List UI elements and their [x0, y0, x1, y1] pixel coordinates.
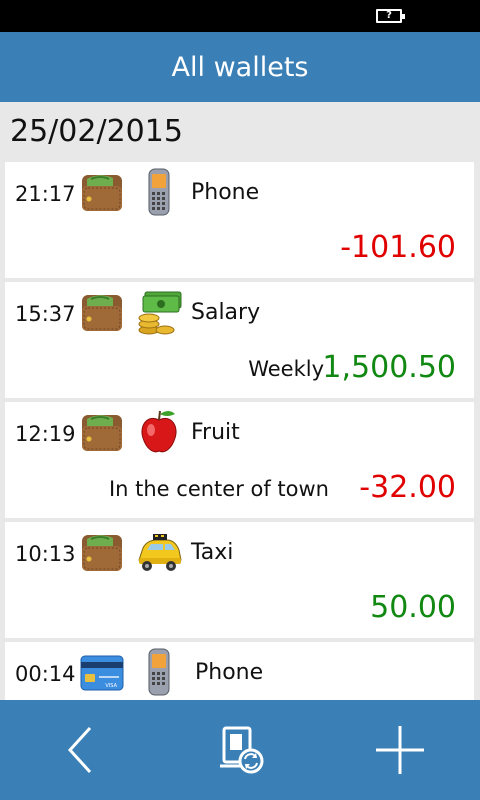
taxi-icon: [138, 534, 182, 571]
transaction-note: Weekly: [248, 357, 324, 381]
transaction-time: 21:17: [15, 182, 76, 206]
app-header: All wallets: [0, 32, 480, 102]
wallet-icon: [82, 415, 122, 451]
category-label: Phone: [195, 660, 264, 685]
wallet-icon: [82, 295, 122, 331]
transaction-time: 10:13: [15, 542, 76, 566]
transaction-amount: -101.60: [340, 230, 456, 265]
credit-card-icon: VISA: [80, 655, 124, 691]
transaction-item[interactable]: 21:17 Phone -101.60: [5, 162, 474, 278]
money-icon: [138, 291, 182, 335]
battery-status: ?: [386, 10, 392, 21]
transaction-time: 12:19: [15, 422, 76, 446]
plus-icon[interactable]: [372, 722, 428, 778]
category-label: Fruit: [191, 420, 240, 445]
transaction-list: 21:17 Phone -101.60 15:37 Salary Weekly …: [5, 162, 474, 700]
transaction-time: 15:37: [15, 302, 76, 326]
status-bar: ?: [0, 0, 480, 32]
transaction-amount: 1,500.50: [322, 350, 456, 385]
phone-icon: [148, 648, 170, 696]
category-label: Salary: [191, 300, 261, 325]
transaction-time: 00:14: [15, 662, 76, 686]
sync-icon[interactable]: [214, 722, 270, 778]
transaction-item[interactable]: 10:13 Taxi 50.00: [5, 522, 474, 638]
transaction-item[interactable]: 00:14 VISA Phone: [5, 642, 474, 700]
apple-icon: [141, 410, 177, 453]
transaction-item[interactable]: 12:19 Fruit In the center of town -32.00: [5, 402, 474, 518]
transaction-amount: 50.00: [370, 590, 456, 625]
page-title: All wallets: [171, 51, 309, 83]
category-label: Taxi: [191, 540, 234, 565]
svg-text:VISA: VISA: [105, 683, 117, 689]
transaction-note: In the center of town: [108, 477, 329, 501]
transaction-amount: -32.00: [359, 470, 456, 505]
wallet-icon: [82, 535, 122, 571]
battery-icon: ?: [376, 9, 405, 23]
date-heading: 25/02/2015: [10, 114, 183, 149]
transaction-item[interactable]: 15:37 Salary Weekly 1,500.50: [5, 282, 474, 398]
wallet-icon: [82, 175, 122, 211]
category-label: Phone: [191, 180, 260, 205]
back-arrow-icon[interactable]: [52, 722, 108, 778]
bottom-app-bar: [0, 700, 480, 800]
phone-icon: [148, 168, 170, 216]
